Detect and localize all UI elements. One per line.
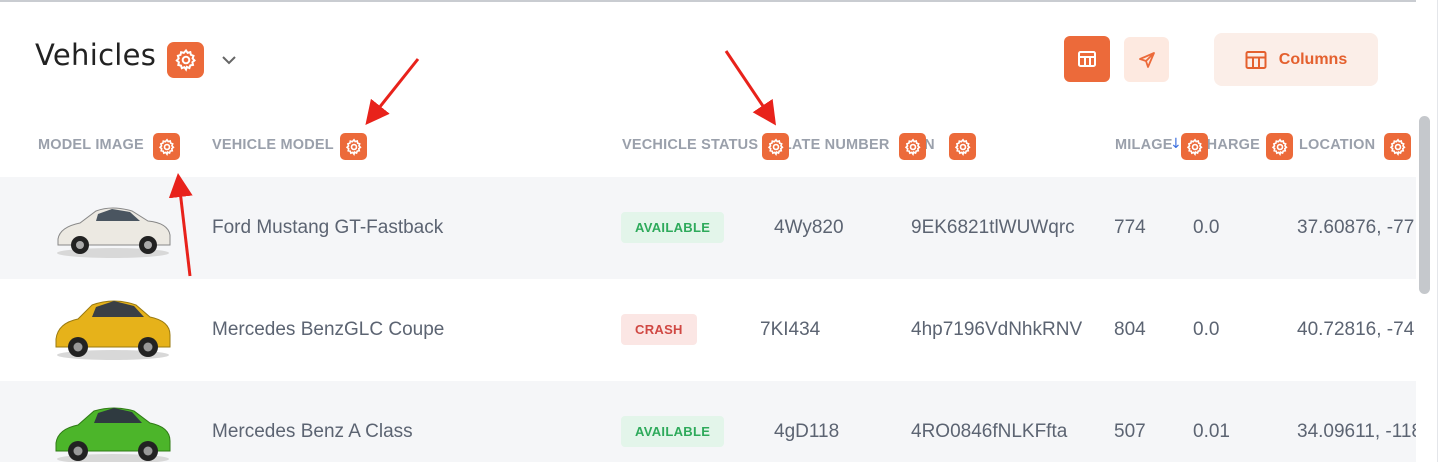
gear-icon[interactable] bbox=[340, 133, 367, 160]
columns-button[interactable]: Columns bbox=[1214, 33, 1378, 86]
gear-icon[interactable] bbox=[1384, 133, 1411, 160]
page-title: Vehicles bbox=[35, 38, 157, 72]
vehicle-model: Ford Mustang GT-Fastback bbox=[212, 217, 444, 238]
location: 37.60876, -77. bbox=[1297, 217, 1420, 238]
header-vehicle-status: VECHICLE STATUS bbox=[622, 137, 759, 153]
milage: 804 bbox=[1114, 319, 1146, 340]
plate-number: 7KI434 bbox=[760, 319, 821, 340]
car-image bbox=[57, 207, 171, 258]
charge: 0.0 bbox=[1193, 217, 1220, 238]
table-icon bbox=[1078, 51, 1096, 67]
vin: 9EK6821tlWUWqrc bbox=[911, 217, 1075, 238]
plate-number: 4gD118 bbox=[774, 421, 840, 442]
header-vehicle-model: VEHICLE MODEL bbox=[212, 137, 334, 153]
gear-icon[interactable] bbox=[167, 42, 204, 78]
table-row[interactable]: Mercedes BenzGLC Coupe CRASH 7KI434 4hp7… bbox=[0, 279, 1420, 381]
vehicle-model: Mercedes BenzGLC Coupe bbox=[212, 319, 445, 340]
header-plate-number: PLATE NUMBER bbox=[773, 137, 890, 153]
vehicle-model: Mercedes Benz A Class bbox=[212, 421, 413, 442]
table-row[interactable]: Mercedes Benz A Class AVAILABLE 4gD118 4… bbox=[0, 381, 1422, 462]
right-divider bbox=[1437, 0, 1438, 462]
send-button[interactable] bbox=[1124, 37, 1169, 82]
chevron-down-icon[interactable] bbox=[219, 52, 239, 68]
header-location: LOCATION bbox=[1299, 137, 1376, 153]
table-view-button[interactable] bbox=[1064, 36, 1110, 82]
car-image bbox=[55, 300, 171, 360]
status-badge: AVAILABLE bbox=[621, 416, 725, 447]
table-icon bbox=[1245, 50, 1267, 69]
milage: 507 bbox=[1114, 421, 1146, 442]
send-icon bbox=[1138, 51, 1155, 68]
top-divider bbox=[0, 0, 1441, 3]
columns-button-label: Columns bbox=[1278, 50, 1348, 68]
charge: 0.01 bbox=[1193, 421, 1230, 442]
table-row[interactable]: Ford Mustang GT-Fastback AVAILABLE 4Wy82… bbox=[0, 177, 1420, 279]
header-model-image: MODEL IMAGE bbox=[38, 137, 144, 153]
vin: 4hp7196VdNhkRNV bbox=[911, 319, 1083, 340]
gear-icon[interactable] bbox=[949, 133, 976, 160]
scrollbar-thumb[interactable] bbox=[1419, 116, 1430, 294]
vin: 4RO0846fNLKFfta bbox=[911, 421, 1068, 442]
gear-icon[interactable] bbox=[899, 133, 926, 160]
charge: 0.0 bbox=[1193, 319, 1220, 340]
plate-number: 4Wy820 bbox=[774, 217, 844, 238]
status-badge: AVAILABLE bbox=[621, 212, 725, 243]
car-image bbox=[55, 407, 171, 462]
status-badge: CRASH bbox=[621, 314, 697, 345]
gear-icon[interactable] bbox=[762, 133, 789, 160]
gear-icon[interactable] bbox=[1181, 133, 1208, 160]
milage: 774 bbox=[1114, 217, 1146, 238]
location: 40.72816, -74. bbox=[1297, 319, 1420, 340]
annotation-arrow bbox=[365, 58, 420, 126]
header-milage: MILAGE bbox=[1115, 137, 1173, 153]
gear-icon[interactable] bbox=[1266, 133, 1293, 160]
gear-icon[interactable] bbox=[153, 133, 180, 160]
annotation-arrow bbox=[724, 50, 777, 126]
location: 34.09611, -118 bbox=[1297, 421, 1423, 442]
